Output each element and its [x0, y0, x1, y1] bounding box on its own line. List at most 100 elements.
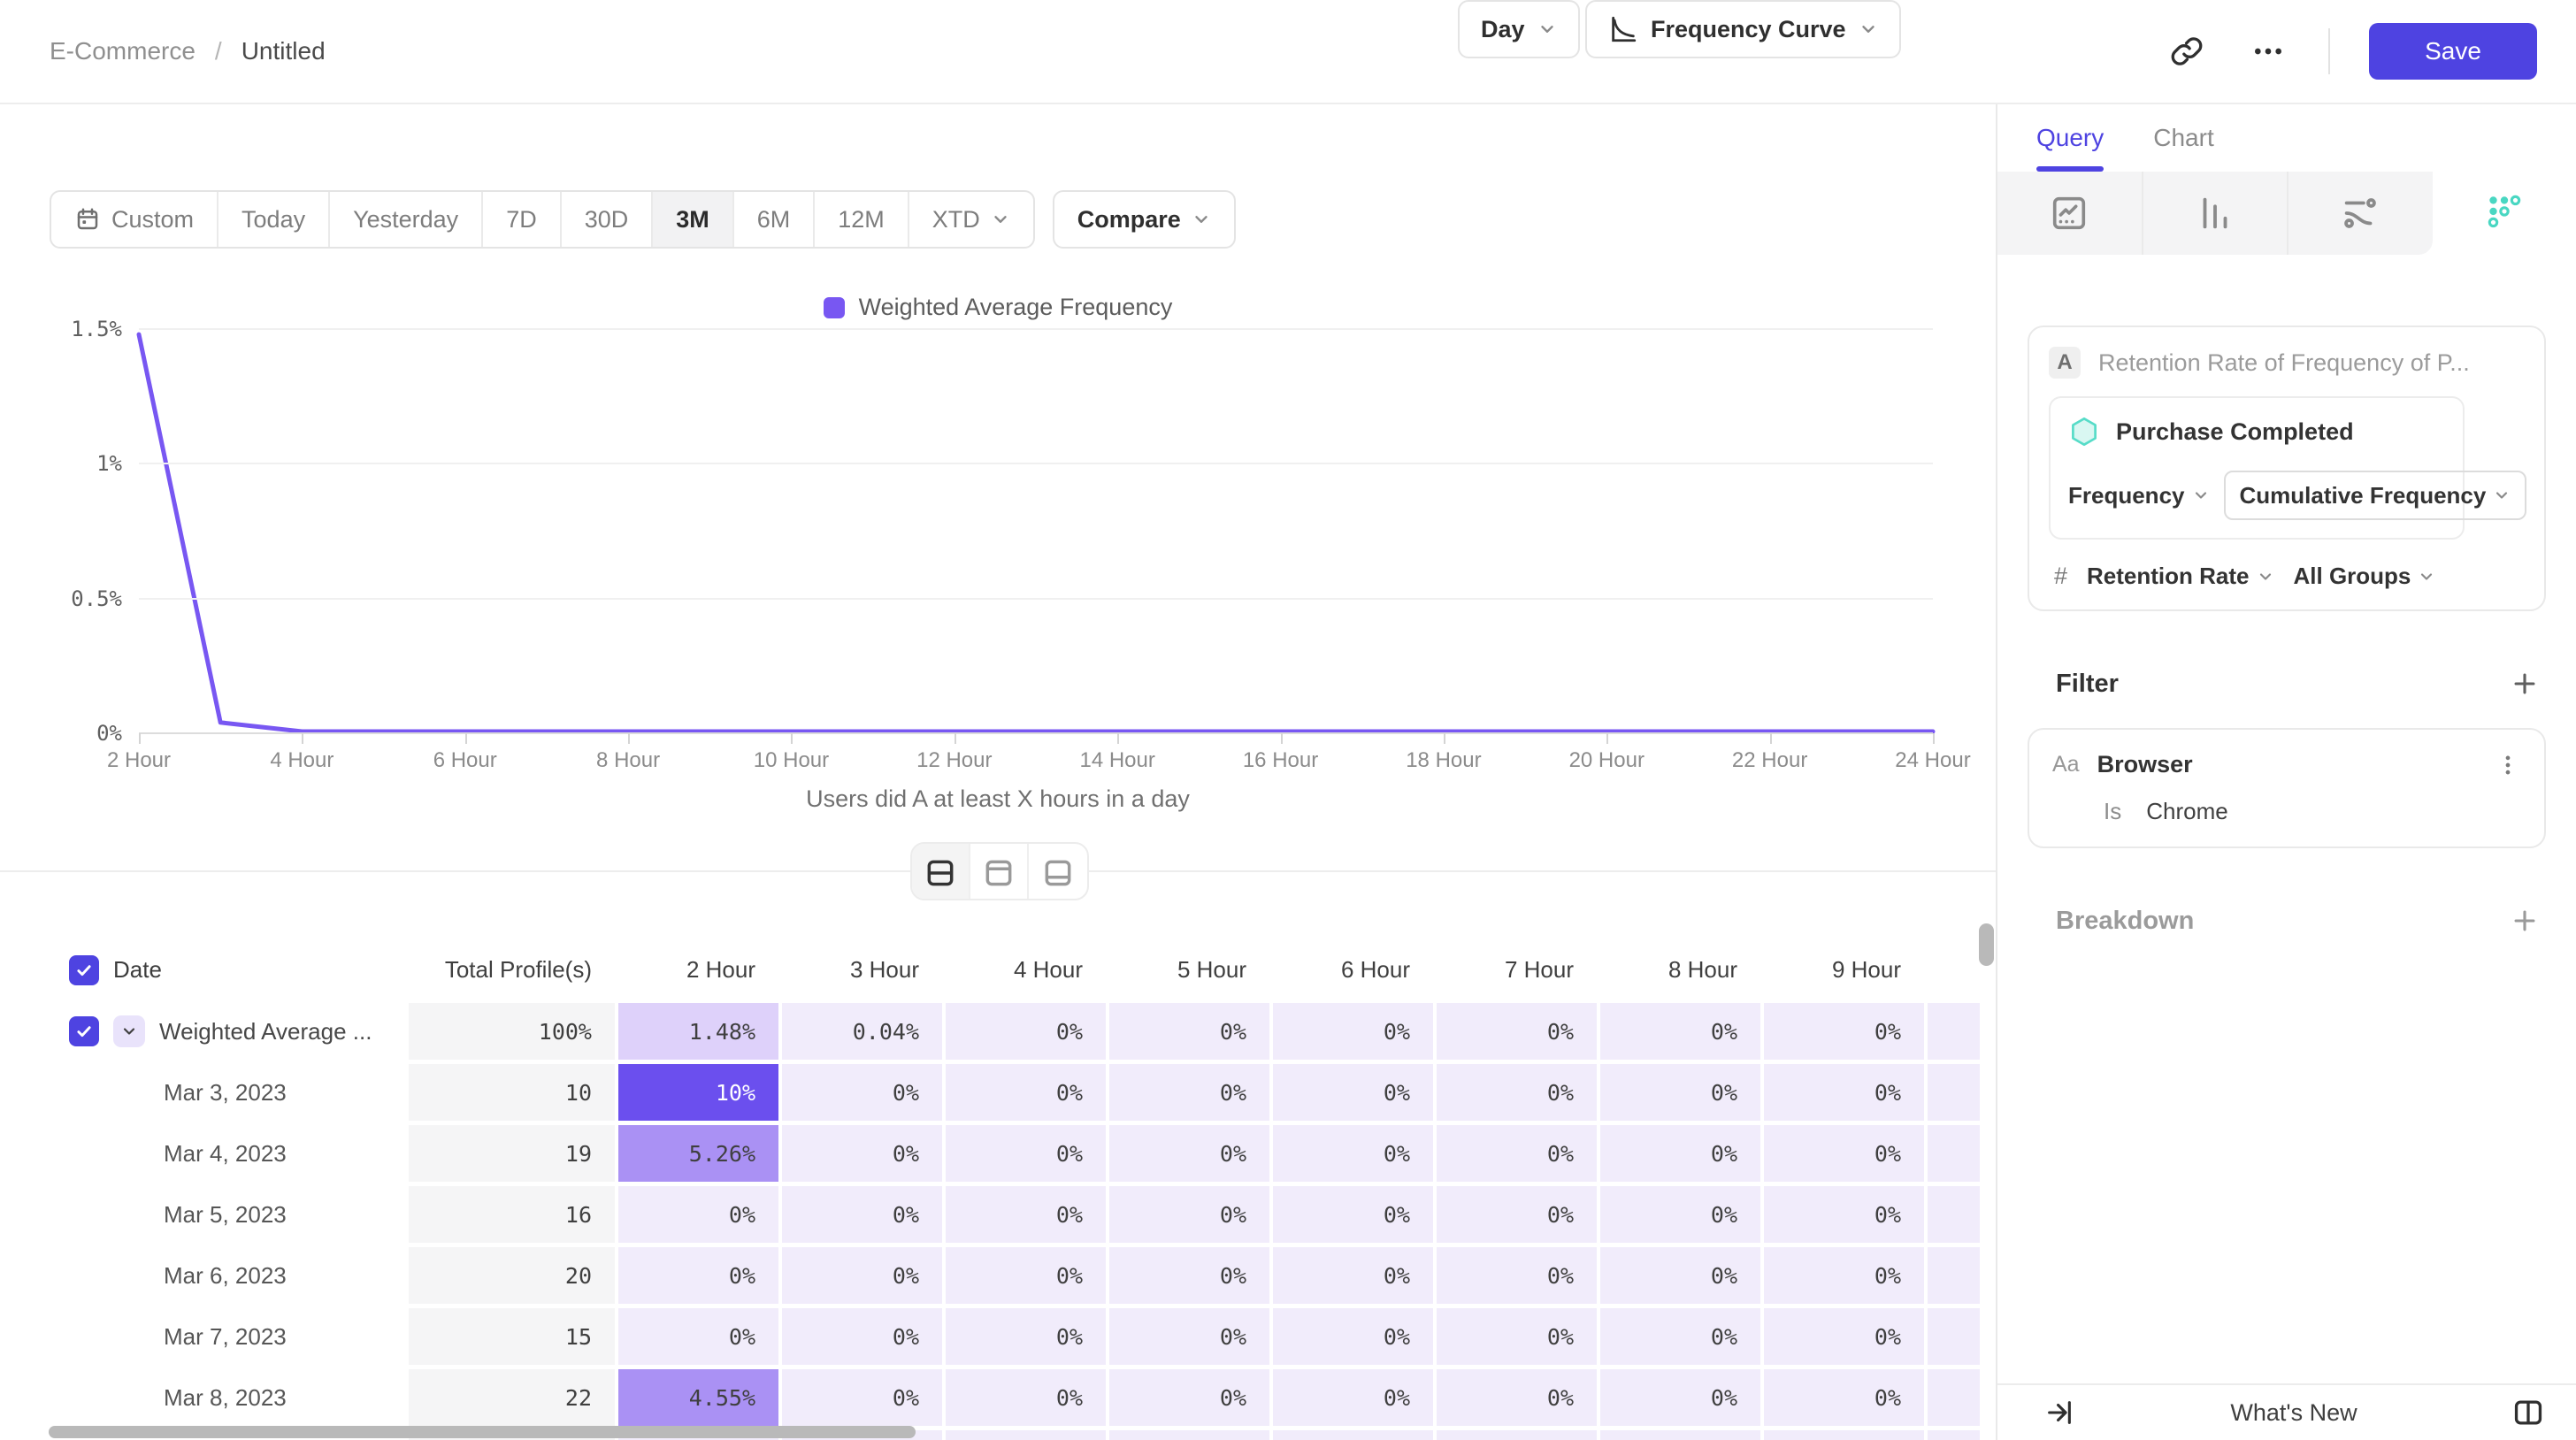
value-cell: 0% — [1109, 1064, 1269, 1121]
range-button-30d[interactable]: 30D — [562, 192, 654, 247]
chevron-down-icon — [1537, 19, 1557, 39]
granularity-button[interactable]: Day — [1458, 0, 1580, 58]
horizontal-scrollbar[interactable] — [49, 1426, 916, 1438]
chart-type-funnels[interactable] — [2143, 172, 2289, 255]
total-profiles-cell: 22 — [409, 1369, 615, 1426]
range-label: 12M — [838, 206, 885, 234]
filter-operator[interactable]: Is — [2104, 798, 2121, 825]
range-button-3m[interactable]: 3M — [653, 192, 734, 247]
range-button-7d[interactable]: 7D — [483, 192, 562, 247]
x-axis-tickmark — [302, 733, 303, 744]
date-range-group: Custom TodayYesterday7D30D3M6M 12M XTD — [50, 190, 1035, 249]
query-step-header: A Retention Rate of Frequency of P... — [2049, 347, 2525, 379]
table-header-9-hour: 9 Hour — [1764, 942, 1924, 998]
whats-new-link[interactable]: What's New — [2081, 1399, 2507, 1427]
range-button-custom[interactable]: Custom — [51, 192, 218, 247]
chart-type-flows[interactable] — [2288, 172, 2433, 255]
gridline — [139, 463, 1933, 464]
value-cell — [1928, 1003, 1980, 1060]
add-filter-button[interactable] — [2505, 664, 2544, 703]
measure-hash-icon: # — [2054, 563, 2067, 590]
step-title-placeholder[interactable]: Retention Rate of Frequency of P... — [2098, 349, 2470, 377]
table-header-3-hour: 3 Hour — [782, 942, 942, 998]
filter-options-button[interactable] — [2495, 752, 2521, 778]
table-row-label: Weighted Average ... — [53, 1003, 405, 1060]
range-button-today[interactable]: Today — [218, 192, 330, 247]
event-card[interactable]: Purchase Completed Frequency Cumulative … — [2049, 396, 2465, 540]
row-expand-button[interactable] — [113, 1015, 145, 1047]
more-options-button[interactable] — [2247, 30, 2289, 73]
frequency-dropdown[interactable]: Frequency — [2068, 482, 2210, 509]
value-cell — [1109, 1430, 1269, 1440]
y-axis-tick-label: 0% — [18, 721, 122, 746]
save-button[interactable]: Save — [2369, 23, 2537, 80]
layout-table-only-button[interactable] — [1029, 844, 1087, 900]
value-cell — [1928, 1247, 1980, 1304]
frequency-label: Frequency — [2068, 482, 2185, 509]
filter-property[interactable]: Browser — [2097, 751, 2193, 778]
value-cell: 0% — [1600, 1308, 1760, 1365]
value-cell: 0% — [782, 1064, 942, 1121]
funnels-icon — [2195, 193, 2235, 234]
groups-value: All Groups — [2294, 563, 2411, 590]
compare-button[interactable]: Compare — [1053, 190, 1236, 249]
value-cell: 0% — [946, 1064, 1106, 1121]
measure-dropdown[interactable]: Retention Rate — [2087, 563, 2273, 590]
value-cell: 0% — [1273, 1247, 1433, 1304]
x-axis-tick-label: 12 Hour — [884, 748, 1025, 773]
value-cell — [1437, 1430, 1597, 1440]
add-breakdown-button[interactable] — [2505, 901, 2544, 940]
range-button-xtd[interactable]: XTD — [909, 192, 1033, 247]
step-letter-badge: A — [2049, 347, 2081, 379]
row-checkbox[interactable] — [69, 1016, 99, 1046]
breadcrumb-current[interactable]: Untitled — [242, 37, 326, 65]
copy-link-button[interactable] — [2166, 30, 2208, 73]
total-profiles-cell: 10 — [409, 1064, 615, 1121]
table-header-10-hour: 10 Hour — [1928, 942, 1980, 998]
value-cell: 0% — [1109, 1186, 1269, 1243]
range-button-yesterday[interactable]: Yesterday — [330, 192, 483, 247]
chart-type-retention[interactable] — [2433, 172, 2576, 255]
value-cell — [946, 1430, 1106, 1440]
x-axis-tickmark — [465, 733, 467, 744]
breadcrumb-project[interactable]: E-Commerce — [50, 37, 196, 65]
range-button-6m[interactable]: 6M — [734, 192, 816, 247]
tab-chart[interactable]: Chart — [2153, 104, 2213, 172]
layout-split-button[interactable] — [912, 844, 970, 900]
chart-type-insights[interactable] — [1997, 172, 2143, 255]
range-button-12m[interactable]: 12M — [815, 192, 909, 247]
chart-legend[interactable]: Weighted Average Frequency — [0, 294, 1996, 321]
range-label: Custom — [111, 206, 194, 234]
select-all-checkbox[interactable] — [69, 955, 99, 985]
filter-value[interactable]: Chrome — [2146, 798, 2227, 825]
value-cell: 0% — [1764, 1064, 1924, 1121]
chevron-down-icon — [2192, 486, 2210, 504]
frequency-type-dropdown[interactable]: Cumulative Frequency — [2224, 471, 2527, 520]
groups-dropdown[interactable]: All Groups — [2294, 563, 2436, 590]
split-panel-icon — [2511, 1396, 2545, 1429]
layout-chart-only-button[interactable] — [970, 844, 1029, 900]
collapse-arrow-icon — [2044, 1398, 2074, 1428]
breakdown-heading: Breakdown — [2056, 907, 2194, 936]
breadcrumb-separator: / — [215, 37, 222, 65]
tab-query[interactable]: Query — [2036, 104, 2104, 172]
value-cell — [1764, 1430, 1924, 1440]
date-cell: Mar 7, 2023 — [53, 1308, 405, 1365]
summary-row-label: Weighted Average ... — [159, 1018, 372, 1046]
x-axis-tick-label: 16 Hour — [1210, 748, 1352, 773]
total-profiles-cell: 100% — [409, 1003, 615, 1060]
results-table: DateTotal Profile(s)2 Hour3 Hour4 Hour5 … — [53, 942, 1980, 1440]
value-cell: 0% — [1764, 1369, 1924, 1426]
frequency-curve-chart: Users did A at least X hours in a day 1.… — [0, 318, 1996, 823]
panel-toggle-button[interactable] — [2507, 1391, 2549, 1434]
value-cell: 0% — [1600, 1064, 1760, 1121]
query-step-card: A Retention Rate of Frequency of P... Pu… — [2028, 326, 2546, 611]
date-column-header: Date — [113, 956, 162, 984]
value-cell: 0% — [782, 1125, 942, 1182]
vertical-scrollbar[interactable] — [1979, 923, 1994, 966]
chart-style-button[interactable]: Frequency Curve — [1585, 0, 1901, 58]
gridline — [139, 732, 1933, 734]
collapse-sidebar-button[interactable] — [2038, 1391, 2081, 1434]
filter-card[interactable]: Aa Browser Is Chrome — [2028, 728, 2546, 848]
value-cell: 0% — [1600, 1125, 1760, 1182]
